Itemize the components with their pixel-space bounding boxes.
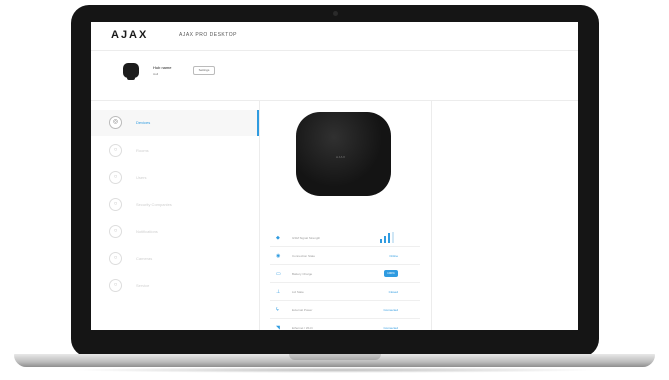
hub-device-image: AJAX xyxy=(296,112,391,196)
sidebar-item-label: Users xyxy=(136,175,147,180)
hub-thumbnail xyxy=(123,63,139,78)
stat-label: Connection State xyxy=(292,254,316,258)
stat-label: Lid State xyxy=(292,290,304,294)
bell-icon: ○ xyxy=(109,225,122,238)
sidebar-item-security-companies[interactable]: ○ Security Companies xyxy=(91,192,259,218)
sidebar-item-label: Service xyxy=(136,283,150,288)
camera-icon: ○ xyxy=(109,252,122,265)
stat-value: Online xyxy=(389,254,398,258)
ajax-logo: AJAX xyxy=(111,29,149,41)
shield-icon: ○ xyxy=(109,198,122,211)
active-indicator xyxy=(257,110,259,136)
battery-pill: 100% xyxy=(384,270,398,277)
stat-label: Battery Charge xyxy=(292,272,313,276)
stat-value: Connected xyxy=(383,308,398,312)
stat-row-battery: ▭ Battery Charge 100% xyxy=(270,265,420,283)
stat-label: External Power xyxy=(292,308,313,312)
stat-value: Connected xyxy=(383,326,398,330)
app-screen: AJAX AJAX PRO DESKTOP Hub name Hall Sett… xyxy=(91,22,578,330)
stat-label: Ethernet / Wi-Fi xyxy=(292,326,313,330)
sidebar: ◎ Devices ○ Rooms ○ Users ○ Security Com… xyxy=(91,101,260,330)
app-title: AJAX PRO DESKTOP xyxy=(179,32,237,38)
sidebar-item-service[interactable]: ○ Service xyxy=(91,273,259,299)
battery-icon: ▭ xyxy=(276,271,281,277)
stat-row-connection: ◉ Connection State Online xyxy=(270,247,420,265)
users-icon: ○ xyxy=(109,171,122,184)
sidebar-item-label: Notifications xyxy=(136,229,158,234)
sidebar-item-cameras[interactable]: ○ Cameras xyxy=(91,246,259,272)
sidebar-item-label: Rooms xyxy=(136,148,149,153)
sidebar-item-devices[interactable]: ◎ Devices xyxy=(91,110,259,136)
signal-bars xyxy=(380,232,394,243)
sidebar-item-users[interactable]: ○ Users xyxy=(91,165,259,191)
stat-row-lid: ⊥ Lid State Closed xyxy=(270,283,420,301)
wrench-icon: ○ xyxy=(109,279,122,292)
devices-icon: ◎ xyxy=(109,116,122,129)
sidebar-item-label: Cameras xyxy=(136,256,153,261)
power-icon: ϟ xyxy=(276,307,279,313)
stat-row-external-power: ϟ External Power Connected xyxy=(270,301,420,319)
stat-label: GSM Signal Strength xyxy=(292,236,321,240)
sidebar-item-notifications[interactable]: ○ Notifications xyxy=(91,219,259,245)
lid-icon: ⊥ xyxy=(276,289,281,295)
rooms-icon: ○ xyxy=(109,144,122,157)
sidebar-item-rooms[interactable]: ○ Rooms xyxy=(91,138,259,164)
webcam xyxy=(333,11,338,16)
top-bar: AJAX AJAX PRO DESKTOP xyxy=(91,22,578,51)
connection-icon: ◉ xyxy=(276,253,281,259)
hub-name: Hub name xyxy=(153,65,172,70)
device-detail-panel: AJAX ◆ GSM Signal Strength ◉ Connection … xyxy=(260,101,432,330)
stat-row-gsm-signal: ◆ GSM Signal Strength xyxy=(270,229,420,247)
device-brand-label: AJAX xyxy=(336,155,346,159)
signal-icon: ◆ xyxy=(276,235,280,241)
laptop-notch xyxy=(289,354,381,360)
sidebar-item-label: Devices xyxy=(136,120,151,125)
wifi-icon: ◥ xyxy=(276,325,280,330)
stat-value: Closed xyxy=(388,290,398,294)
hub-room: Hall xyxy=(153,72,159,76)
sidebar-item-label: Security Companies xyxy=(136,202,172,207)
hub-thumbnail-stand xyxy=(127,77,135,80)
hub-header: Hub name Hall Settings xyxy=(91,50,578,101)
laptop-shadow xyxy=(70,367,600,373)
hub-settings-button[interactable]: Settings xyxy=(193,66,215,75)
stat-row-wifi: ◥ Ethernet / Wi-Fi Connected xyxy=(270,319,420,330)
